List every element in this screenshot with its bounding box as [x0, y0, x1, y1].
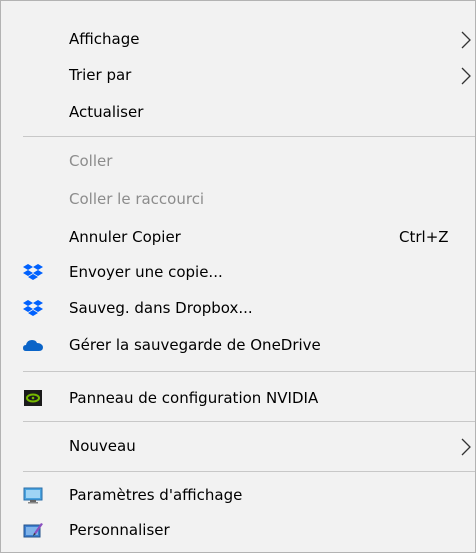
menu-item-nouveau[interactable]: Nouveau	[1, 429, 475, 463]
menu-separator	[23, 471, 475, 472]
menu-item-label: Paramètres d'affichage	[69, 486, 243, 504]
chevron-right-icon	[461, 67, 471, 85]
menu-item-label: Nouveau	[69, 437, 136, 455]
menu-item-nvidia[interactable]: Panneau de configuration NVIDIA	[1, 381, 475, 415]
menu-separator	[23, 421, 475, 422]
display-settings-icon	[23, 487, 43, 504]
menu-item-label: Affichage	[69, 30, 140, 48]
menu-separator	[23, 371, 475, 372]
menu-item-sauveg-dropbox[interactable]: Sauveg. dans Dropbox...	[1, 291, 475, 325]
nvidia-icon	[24, 390, 42, 406]
menu-item-trier-par[interactable]: Trier par	[1, 58, 475, 92]
menu-item-label: Gérer la sauvegarde de OneDrive	[69, 336, 321, 354]
chevron-right-icon	[461, 31, 471, 49]
menu-item-label: Personnaliser	[69, 521, 170, 539]
menu-item-coller: Coller	[1, 144, 475, 178]
menu-item-label: Sauveg. dans Dropbox...	[69, 299, 253, 317]
menu-item-annuler-copier[interactable]: Annuler Copier Ctrl+Z	[1, 220, 475, 254]
menu-item-label: Coller	[69, 152, 113, 170]
menu-item-label: Coller le raccourci	[69, 190, 205, 208]
chevron-right-icon	[461, 438, 471, 456]
dropbox-icon	[23, 300, 43, 316]
menu-item-label: Actualiser	[69, 103, 144, 121]
menu-item-label: Panneau de configuration NVIDIA	[69, 389, 319, 407]
menu-separator	[23, 136, 475, 137]
menu-item-parametres-affichage[interactable]: Paramètres d'affichage	[1, 478, 475, 512]
shortcut-label: Ctrl+Z	[399, 228, 449, 246]
menu-item-personnaliser[interactable]: Personnaliser	[1, 513, 475, 547]
menu-item-label: Annuler Copier	[69, 228, 181, 246]
personalize-icon	[23, 523, 43, 538]
menu-item-label: Trier par	[69, 66, 132, 84]
menu-item-affichage[interactable]: Affichage	[1, 22, 475, 56]
desktop-context-menu: Affichage Trier par Actualiser Coller Co…	[0, 0, 476, 553]
menu-item-actualiser[interactable]: Actualiser	[1, 95, 475, 129]
dropbox-icon	[23, 264, 43, 280]
menu-item-label: Envoyer une copie...	[69, 263, 223, 281]
menu-item-coller-raccourci: Coller le raccourci	[1, 182, 475, 216]
onedrive-cloud-icon	[23, 340, 43, 351]
menu-item-envoyer-copie[interactable]: Envoyer une copie...	[1, 255, 475, 289]
menu-item-onedrive[interactable]: Gérer la sauvegarde de OneDrive	[1, 328, 475, 362]
